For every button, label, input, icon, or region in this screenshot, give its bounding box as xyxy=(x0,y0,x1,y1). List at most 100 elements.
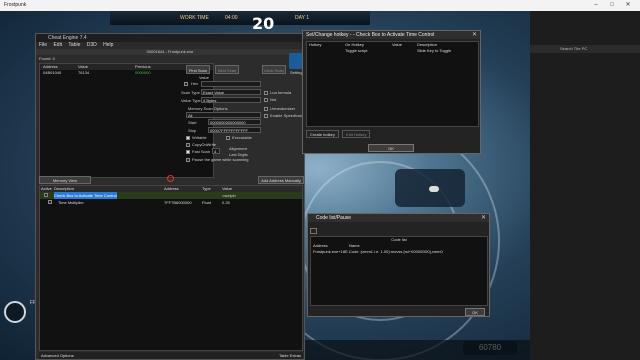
hotkey-window: Set/Change hotkey - - Check Box to Activ… xyxy=(302,30,481,154)
background-app: Search The PC xyxy=(530,11,640,360)
menu-d3d[interactable]: D3D xyxy=(87,42,97,48)
row-type: Float xyxy=(202,200,211,205)
active-checkbox[interactable] xyxy=(44,193,48,197)
active-checkbox[interactable] xyxy=(48,200,52,204)
game-bottom-panel xyxy=(305,340,530,360)
copyonwrite-checkbox[interactable] xyxy=(186,143,190,147)
game-center-panel xyxy=(395,169,465,207)
found-count: Found: 0 xyxy=(39,56,55,61)
stop-input[interactable]: 00007FFFFFFFFFFF xyxy=(208,127,261,133)
menu-edit[interactable]: Edit xyxy=(53,42,62,48)
code-name: Code :(zmm1 i.e. 1.00):movss [rsi+000000… xyxy=(349,249,443,254)
menu-help[interactable]: Help xyxy=(103,42,113,48)
lua-formula-checkbox[interactable] xyxy=(264,91,268,95)
generator-icon xyxy=(429,186,439,192)
hex-checkbox[interactable] xyxy=(184,82,188,86)
menu-table[interactable]: Table xyxy=(68,42,80,48)
mem-options-label: Memory Scan Options xyxy=(188,106,228,111)
result-value: 76134 xyxy=(78,70,90,75)
code-address: Frostpunk.exe+18E... xyxy=(313,249,352,254)
hud-work-time: WORK TIME xyxy=(180,15,209,21)
first-scan-button[interactable]: First Scan xyxy=(186,65,210,74)
table-row[interactable]: Time Multiplier 7FF7B6000000 Float 0.25 xyxy=(40,199,302,206)
unrandomizer-label: Unrandomizer xyxy=(270,106,296,111)
hud-day: DAY 1 xyxy=(295,15,309,21)
background-app-search[interactable]: Search The PC xyxy=(530,45,640,53)
advanced-options-link[interactable]: Advanced Options xyxy=(41,352,74,359)
row-description: Time Multiplier xyxy=(58,200,84,205)
fast-scan-checkbox[interactable] xyxy=(186,150,190,154)
hud-temperature: 20 xyxy=(252,14,275,33)
codelist-title: Code list/Pause xyxy=(308,214,489,222)
fast-scan-input[interactable]: 4 xyxy=(212,148,220,154)
start-input[interactable]: 0000000000000000 xyxy=(208,119,261,125)
hud-clock: 04:00 xyxy=(225,15,238,21)
result-address: 04B01040 xyxy=(43,70,62,75)
lua-formula-label: Lua formula xyxy=(270,90,292,95)
speedhack-checkbox[interactable] xyxy=(264,114,268,118)
unrandomizer-checkbox[interactable] xyxy=(264,107,268,111)
hotkey-list[interactable]: Hotkey On Hotkey Value Description Toggl… xyxy=(306,41,479,127)
executable-label: Executable xyxy=(232,135,252,140)
add-address-button[interactable]: Add Address Manually xyxy=(258,176,304,184)
hotkey-row[interactable]: Toggle script Slide Key to Toggle xyxy=(307,48,478,54)
writable-checkbox[interactable] xyxy=(186,136,190,140)
hotkey-description: Slide Key to Toggle xyxy=(417,48,452,53)
value-input[interactable] xyxy=(201,81,261,87)
codelist-ok-button[interactable]: OK xyxy=(465,308,485,316)
ce-statusbar: Advanced Options Table Extras xyxy=(39,352,303,359)
left-hud-circle-icon[interactable] xyxy=(4,301,26,323)
menu-file[interactable]: File xyxy=(39,42,47,48)
ce-process-label: 00001644 - Frostpunk.exe xyxy=(36,49,304,55)
ce-menubar: File Edit Table D3D Help xyxy=(36,42,304,49)
codelist-close-button[interactable]: ✕ xyxy=(481,214,486,222)
host-window-title: Frostpunk xyxy=(4,2,27,8)
create-hotkey-tab[interactable]: Create hotkey xyxy=(306,130,339,138)
hud-top-bar: WORK TIME 04:00 DAY 1 xyxy=(110,11,370,25)
memory-region-select[interactable]: All xyxy=(186,112,261,118)
edit-hotkey-tab[interactable]: Edit Hotkey xyxy=(342,130,371,138)
copyonwrite-label: CopyOnWrite xyxy=(192,142,216,147)
codelist-menu-icon[interactable] xyxy=(310,228,317,234)
fast-scan-label: Fast Scan xyxy=(192,149,211,154)
host-window-titlebar: Frostpunk – □ ✕ xyxy=(0,0,640,11)
pause-checkbox[interactable] xyxy=(186,158,190,162)
next-scan-button[interactable]: Next Scan xyxy=(215,65,239,74)
value-type-label: Value Type xyxy=(181,98,201,103)
alignment-label[interactable]: Alignment xyxy=(229,146,247,151)
writable-label: Writable xyxy=(192,135,207,140)
executable-checkbox[interactable] xyxy=(226,136,230,140)
scan-type-label: Scan Type xyxy=(181,90,200,95)
not-label: Not xyxy=(270,97,277,102)
memory-view-button[interactable]: Memory View xyxy=(39,176,91,184)
cheat-table[interactable]: Active Description Address Type Value Ch… xyxy=(39,185,303,351)
pause-label: Pause the game while scanning xyxy=(192,157,249,162)
result-previous: 0000000 xyxy=(135,70,151,75)
speedhack-label: Enable Speedhack xyxy=(270,113,304,118)
row-value: <script> xyxy=(222,193,237,198)
minimize-button[interactable]: – xyxy=(590,0,602,11)
cheat-engine-window: Cheat Engine 7.4 File Edit Table D3D Hel… xyxy=(35,33,305,360)
hotkey-close-button[interactable]: ✕ xyxy=(472,31,477,39)
codelist-window: Code list/Pause ✕ Code list Address Name… xyxy=(307,213,490,317)
row-address: 7FF7B6000000 xyxy=(164,200,192,205)
row-description: Check Box to Activate Time Control xyxy=(54,192,117,199)
close-button[interactable]: ✕ xyxy=(622,0,634,11)
undo-scan-button[interactable]: Undo Scan xyxy=(262,65,286,74)
code-list[interactable]: Code list Address Name Frostpunk.exe+18E… xyxy=(310,236,488,306)
scan-type-select[interactable]: Exact Value xyxy=(201,89,261,95)
hotkey-title: Set/Change hotkey - - Check Box to Activ… xyxy=(303,31,480,39)
stop-label: Stop xyxy=(188,128,197,133)
hotkey-tabs: Create hotkey Edit Hotkey xyxy=(306,130,372,138)
clear-list-icon[interactable] xyxy=(167,175,174,182)
hotkey-ok-button[interactable]: OK xyxy=(368,144,414,152)
table-extras-link[interactable]: Table Extras xyxy=(279,352,301,359)
maximize-button[interactable]: □ xyxy=(606,0,618,11)
value-label: Value xyxy=(199,75,209,80)
value-type-select[interactable]: 4 Bytes xyxy=(201,97,261,103)
code-row[interactable]: Frostpunk.exe+18E... Code :(zmm1 i.e. 1.… xyxy=(311,249,487,255)
table-row[interactable]: Check Box to Activate Time Control <scri… xyxy=(40,192,302,199)
not-checkbox[interactable] xyxy=(264,98,268,102)
row-value: 0.25 xyxy=(222,200,230,205)
start-label: Start xyxy=(188,120,197,125)
